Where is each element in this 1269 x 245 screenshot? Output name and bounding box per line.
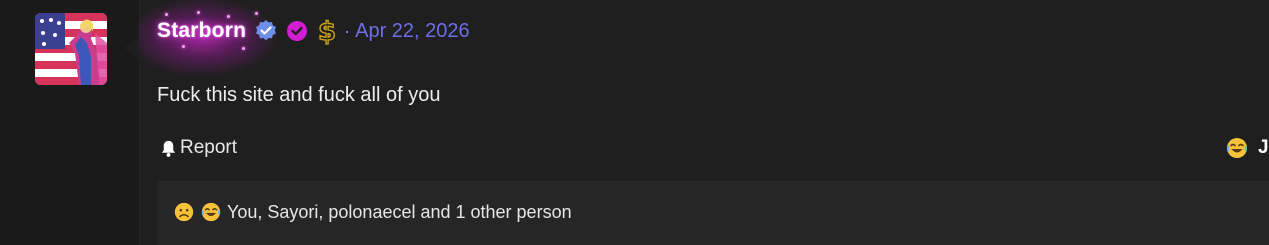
reactions-summary[interactable]: You, Sayori, polonaecel and 1 other pers… [173,201,572,223]
report-button[interactable]: Report [159,137,237,159]
sparkle [242,47,245,50]
post-container: Starborn $ · Apr 22, 2026 Fuck this site… [0,0,1269,245]
sparkle [165,13,168,16]
sparkle [182,45,185,48]
report-label: Report [180,137,238,158]
avatar-image [35,13,107,85]
laugh-cry-emoji [200,201,222,223]
dollar-sign-icon: $ [316,16,338,46]
username-block: Starborn [139,0,279,77]
bell-icon [159,139,178,158]
reaction-button-label: JI [1258,137,1269,158]
laugh-cry-emoji [1225,136,1249,160]
reactions-summary-text: You, Sayori, polonaecel and 1 other pers… [227,201,572,222]
post-header: Starborn $ · Apr 22, 2026 [139,0,470,77]
svg-text:$: $ [318,17,336,46]
sparkle [197,11,200,14]
sparkle [255,12,258,15]
sparkle [227,15,230,18]
purple-check-icon [286,20,308,42]
post-message: Fuck this site and fuck all of you [157,84,441,106]
user-column [0,0,140,245]
verified-check-icon [254,19,278,43]
avatar[interactable] [35,13,107,85]
post-date[interactable]: Apr 22, 2026 [355,20,470,43]
sad-face-emoji [173,201,195,223]
reaction-button[interactable]: JI [1225,136,1269,160]
reactions-bar: You, Sayori, polonaecel and 1 other pers… [157,181,1269,245]
username[interactable]: Starborn [157,19,246,43]
date-separator: · [344,20,351,41]
